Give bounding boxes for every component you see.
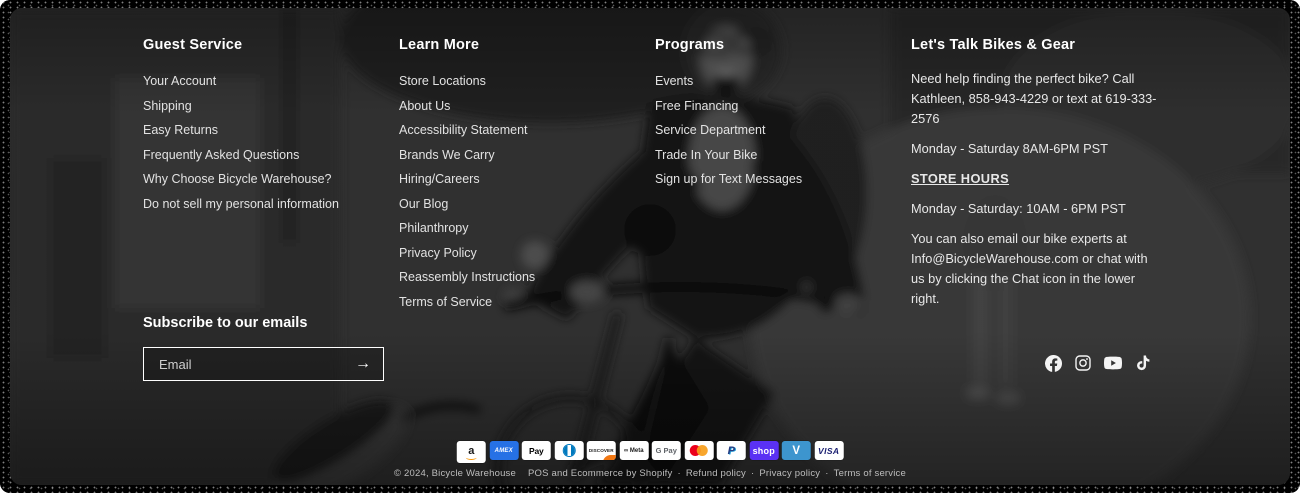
payment-google-pay-badge: G Pay [652,441,681,460]
footer-link[interactable]: Store Locations [399,74,486,88]
payment-amex-badge: AMEX [489,441,518,460]
store-hours-label: STORE HOURS [911,169,1161,189]
footer-section: Guest Service Your Account Shipping Easy R… [0,0,1300,493]
footer-link[interactable]: Privacy Policy [399,246,477,260]
footer-link[interactable]: Why Choose Bicycle Warehouse? [143,172,332,186]
footer-link[interactable]: Service Department [655,123,765,137]
payment-meta-pay-badge: ∞ Meta [619,441,648,460]
tiktok-link[interactable] [1134,354,1152,372]
terms-of-service-link[interactable]: Terms of service [834,468,906,479]
footer-link[interactable]: Your Account [143,74,216,88]
column-heading: Learn More [399,37,649,54]
payment-shop-pay-badge: shop [749,441,778,460]
contact-heading: Let's Talk Bikes & Gear [911,37,1161,54]
contact-hours-text: Monday - Saturday 8AM-6PM PST [911,139,1161,159]
footer-link[interactable]: Hiring/Careers [399,172,480,186]
separator-dot: · [677,468,680,479]
column-links: Events Free Financing Service Department Tr… [655,69,905,192]
footer-link[interactable]: Do not sell my personal information [143,197,339,211]
email-input[interactable] [144,357,343,372]
column-heading: Programs [655,37,905,54]
payment-mastercard-badge [684,441,713,460]
column-links: Store Locations About Us Accessibility Sta… [399,69,649,314]
footer-link[interactable]: Frequently Asked Questions [143,148,299,162]
footer-link[interactable]: About Us [399,99,450,113]
payment-amazon-badge: a [457,441,486,463]
contact-email-text: You can also email our bike experts at I… [911,229,1161,309]
tiktok-icon [1136,355,1151,372]
separator-dot: · [825,468,828,479]
footer-link[interactable]: Trade In Your Bike [655,148,757,162]
payment-discover-badge: DISCOVER [587,441,616,460]
payment-visa-badge: VISA [814,441,843,460]
legal-row: © 2024, Bicycle Warehouse POS and Ecommer… [0,468,1300,479]
footer-link[interactable]: Brands We Carry [399,148,495,162]
footer-column-programs: Programs Events Free Financing Service Dep… [655,37,905,192]
email-subscribe-box: → [143,347,384,381]
payment-diners-club-badge [554,441,583,460]
privacy-policy-link[interactable]: Privacy policy [759,468,820,479]
refund-policy-link[interactable]: Refund policy [686,468,746,479]
payment-badges: aAMEXPay DISCOVER∞ MetaG Pay PshopVVISA [457,441,844,463]
footer-column-contact: Let's Talk Bikes & Gear Need help findin… [911,37,1161,319]
subscribe-arrow-button[interactable]: → [343,348,383,380]
footer-link[interactable]: Accessibility Statement [399,123,528,137]
social-links [1044,354,1152,372]
payment-apple-pay-badge: Pay [522,441,551,460]
footer-link[interactable]: Events [655,74,693,88]
copyright-text: © 2024, Bicycle Warehouse [394,468,516,479]
payment-paypal-badge: P [717,441,746,460]
footer-link[interactable]: Easy Returns [143,123,218,137]
newsletter-heading: Subscribe to our emails [143,315,384,332]
shopify-credit-link[interactable]: POS and Ecommerce by Shopify [528,468,672,479]
separator-dot: · [751,468,754,479]
youtube-icon [1104,356,1122,370]
column-heading: Guest Service [143,37,393,54]
footer-column-guest-service: Guest Service Your Account Shipping Easy R… [143,37,393,216]
footer-link[interactable]: Sign up for Text Messages [655,172,802,186]
footer-link[interactable]: Philanthropy [399,221,469,235]
footer-link[interactable]: Reassembly Instructions [399,270,535,284]
newsletter-section: Subscribe to our emails → [143,315,384,381]
store-hours-text: Monday - Saturday: 10AM - 6PM PST [911,199,1161,219]
footer-link[interactable]: Shipping [143,99,192,113]
contact-phone-text: Need help finding the perfect bike? Call… [911,69,1161,129]
footer-column-learn-more: Learn More Store Locations About Us Access… [399,37,649,314]
instagram-link[interactable] [1074,354,1092,372]
youtube-link[interactable] [1104,354,1122,372]
footer-link[interactable]: Free Financing [655,99,738,113]
footer-link[interactable]: Our Blog [399,197,448,211]
facebook-icon [1045,355,1062,372]
payment-venmo-badge: V [782,441,811,460]
footer-link[interactable]: Terms of Service [399,295,492,309]
facebook-link[interactable] [1044,354,1062,372]
instagram-icon [1075,355,1091,371]
column-links: Your Account Shipping Easy Returns Frequent… [143,69,393,216]
